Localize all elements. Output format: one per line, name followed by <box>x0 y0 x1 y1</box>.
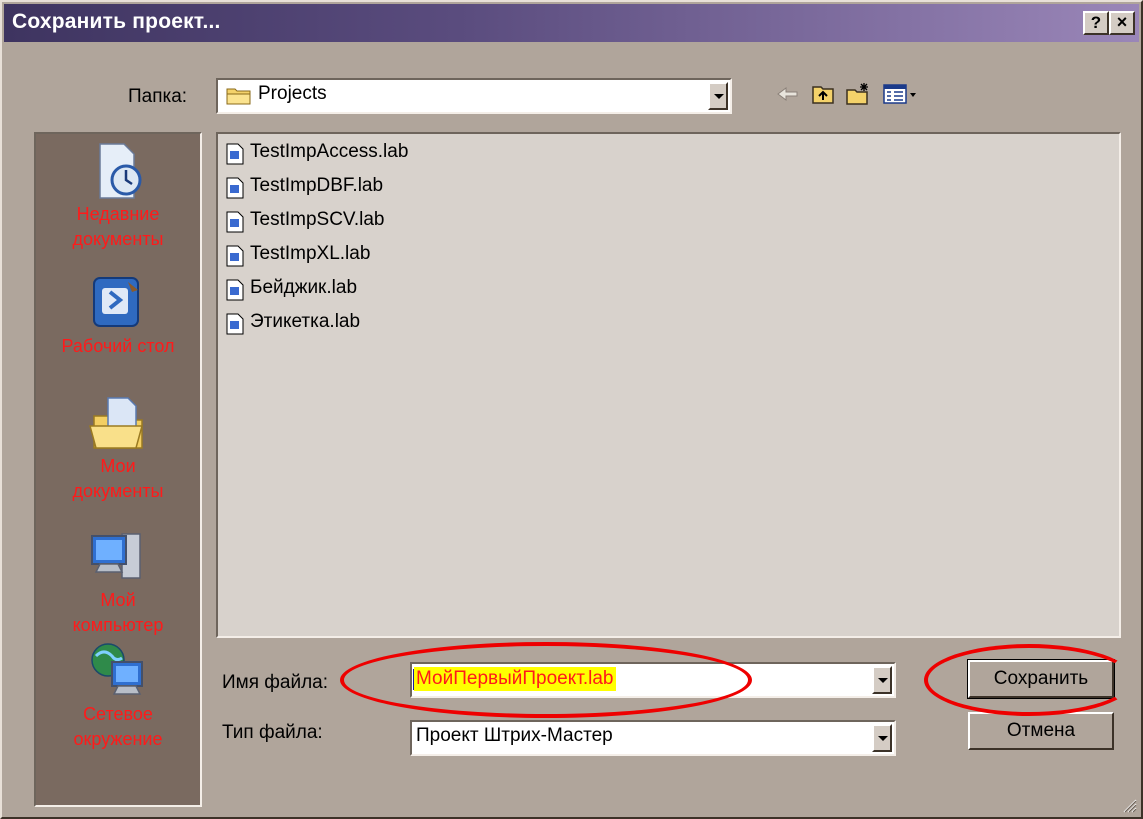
my-documents-icon <box>89 397 143 449</box>
network-icon <box>91 643 143 695</box>
folder-icon <box>226 88 251 105</box>
place-label-mydocs-2: документы <box>72 481 164 501</box>
place-desktop[interactable]: Рабочий стол <box>36 272 200 359</box>
recent-documents-icon <box>99 143 142 199</box>
place-label-mycomp-1: Мой <box>100 590 136 610</box>
place-label-mycomp-2: компьютер <box>72 615 164 635</box>
filetype-dropdown-button[interactable] <box>872 724 892 752</box>
filename-label: Имя файла: <box>222 672 329 693</box>
title-bar[interactable]: Сохранить проект... ? × <box>4 4 1139 42</box>
place-label-desktop: Рабочий стол <box>61 336 175 356</box>
folder-label: Папка: <box>128 86 188 107</box>
window-title: Сохранить проект... <box>12 10 221 33</box>
arrow-left-icon[interactable] <box>774 82 800 106</box>
folder-select[interactable]: Projects <box>216 78 732 114</box>
filename-dropdown-button[interactable] <box>872 666 892 694</box>
document-icon <box>226 143 244 165</box>
view-menu-icon[interactable] <box>882 82 918 106</box>
places-bar: Недавние документы Рабочий стол Мои доку… <box>34 132 202 807</box>
close-button[interactable]: × <box>1109 11 1135 35</box>
filetype-select[interactable]: Проект Штрих-Мастер <box>410 720 896 756</box>
folder-dropdown-button[interactable] <box>708 82 728 110</box>
document-icon <box>226 279 244 301</box>
file-list[interactable]: TestImpAccess.lab TestImpDBF.lab TestImp… <box>216 132 1121 638</box>
file-name: Этикетка.lab <box>250 311 361 332</box>
document-icon <box>226 313 244 335</box>
place-network[interactable]: Сетевое окружение <box>36 638 200 752</box>
folder-up-icon[interactable] <box>810 82 836 106</box>
my-computer-icon <box>91 533 141 579</box>
annotation-ellipse-filename <box>340 642 752 718</box>
new-folder-icon[interactable] <box>844 82 872 106</box>
document-icon <box>226 211 244 233</box>
resize-grip-icon[interactable] <box>1123 799 1137 813</box>
file-name: Бейджик.lab <box>250 277 358 298</box>
file-name: TestImpDBF.lab <box>250 175 384 196</box>
folder-value: Projects <box>258 83 327 104</box>
help-button[interactable]: ? <box>1083 11 1109 35</box>
annotation-ellipse-save <box>924 644 1134 716</box>
place-label-recent-1: Недавние <box>76 204 160 224</box>
place-recent-documents[interactable]: Недавние документы <box>36 140 200 252</box>
filetype-value: Проект Штрих-Мастер <box>416 725 613 746</box>
place-label-recent-2: документы <box>72 229 164 249</box>
document-icon <box>226 177 244 199</box>
save-project-dialog: Сохранить проект... ? × Папка: Projects <box>0 0 1143 819</box>
place-label-network-2: окружение <box>73 729 163 749</box>
filetype-label: Тип файла: <box>222 722 323 743</box>
document-icon <box>226 245 244 267</box>
file-name: TestImpXL.lab <box>250 243 371 264</box>
desktop-icon <box>93 277 139 327</box>
place-my-documents[interactable]: Мои документы <box>36 392 200 504</box>
place-label-mydocs-1: Мои <box>100 456 136 476</box>
file-name: TestImpSCV.lab <box>250 209 385 230</box>
cancel-button[interactable]: Отмена <box>968 712 1114 750</box>
file-name: TestImpAccess.lab <box>250 141 409 162</box>
place-label-network-1: Сетевое <box>83 704 153 724</box>
place-my-computer[interactable]: Мой компьютер <box>36 526 200 638</box>
